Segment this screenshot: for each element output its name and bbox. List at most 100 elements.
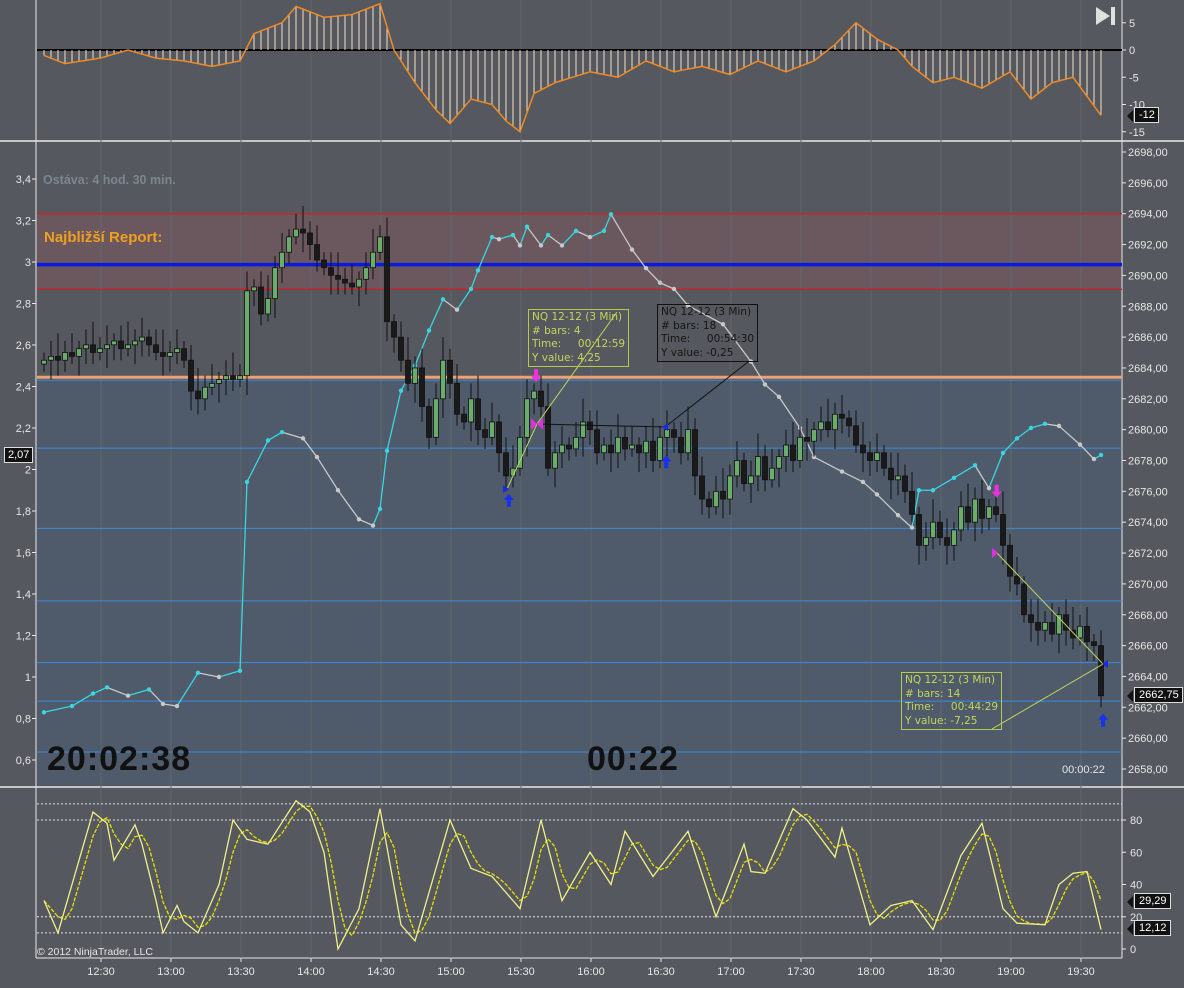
candle-body xyxy=(125,344,131,350)
candle-body xyxy=(1063,614,1069,631)
price-tick-label: 2696,00 xyxy=(1128,178,1168,190)
indicator-point xyxy=(1091,456,1097,462)
indicator-point xyxy=(300,436,306,441)
tooltip-line: Y value: -7,25 xyxy=(905,714,978,727)
price-tick-label: 2676,00 xyxy=(1128,486,1168,498)
ruler-tooltip-1: NQ 12-12 (3 Min) # bars: 4 Time: 00:12:59 Y… xyxy=(528,309,630,367)
stoch-d-badge: 29,29 xyxy=(1127,893,1171,909)
candle-body xyxy=(307,232,313,245)
left-tick-label: 3 xyxy=(25,257,31,269)
stochastics-panel xyxy=(37,799,1122,952)
clock-label: 20:02:38 xyxy=(47,740,192,778)
left-tick-label: 0,8 xyxy=(16,714,31,726)
x-tick-label: 19:30 xyxy=(1067,966,1095,978)
candle-body xyxy=(265,298,271,315)
tooltip-line: NQ 12-12 (3 Min) xyxy=(661,306,752,318)
candle-body xyxy=(629,444,635,450)
stoch-tick-label: 0 xyxy=(1130,944,1136,956)
candle-body xyxy=(62,352,68,361)
candle-body xyxy=(97,348,103,353)
candle-body xyxy=(300,228,306,234)
candle-body xyxy=(930,521,936,539)
indicator-point xyxy=(265,438,271,443)
candle-body xyxy=(1098,645,1104,697)
candle-body xyxy=(118,340,124,350)
candle-body xyxy=(468,398,474,423)
candle-body xyxy=(545,406,551,469)
price-tick-label: 2672,00 xyxy=(1128,548,1168,560)
tooltip-line: NQ 12-12 (3 Min) xyxy=(905,674,996,686)
indicator-point xyxy=(1028,425,1034,431)
price-tick-label: 2692,00 xyxy=(1128,240,1168,252)
candle-body xyxy=(272,267,278,299)
indicator-point xyxy=(538,243,544,248)
candle-body xyxy=(48,355,54,361)
indicator-point xyxy=(587,234,593,240)
candle-body xyxy=(615,436,621,454)
indicator-segment xyxy=(442,298,458,311)
indicator-point xyxy=(370,523,376,528)
candle-body xyxy=(937,521,943,539)
indicator-point xyxy=(237,668,243,673)
left-tick-label: 2,4 xyxy=(16,382,31,394)
indicator-point xyxy=(440,297,446,302)
candle-body xyxy=(111,340,117,346)
x-tick-label: 13:30 xyxy=(227,966,255,978)
stoch-tick-label: 40 xyxy=(1130,880,1142,892)
candle-body xyxy=(209,382,215,388)
candle-body xyxy=(195,390,201,400)
candle-body xyxy=(69,352,75,357)
trading-chart: 12:30 13:00 13:30 14:00 14:30 15:00 15:30 16:00… xyxy=(0,0,1184,978)
indicator-point xyxy=(916,488,922,493)
x-tick-label: 13:00 xyxy=(157,966,185,978)
price-tick-label: 2698,00 xyxy=(1128,147,1168,159)
indicator-point xyxy=(608,212,614,217)
bar-timer-label: 00:00:22 xyxy=(1062,764,1105,776)
oscillator-value-badge: -12 xyxy=(1127,107,1159,123)
candle-body xyxy=(748,475,754,485)
candle-body xyxy=(55,355,61,361)
x-tick-label: 15:30 xyxy=(507,966,535,978)
candle-body xyxy=(314,244,320,261)
candle-body xyxy=(104,344,110,350)
candle-body xyxy=(1007,544,1013,577)
price-tick-label: 2664,00 xyxy=(1128,671,1168,683)
candle-body xyxy=(181,348,187,361)
remaining-time-label: Ostáva: 4 hod. 30 min. xyxy=(43,173,176,187)
left-tick-label: 0,6 xyxy=(16,755,31,767)
indicator-point xyxy=(356,517,362,522)
last-price-badge: 2662,75 xyxy=(1127,687,1183,703)
candle-body xyxy=(902,475,908,492)
candle-body xyxy=(622,436,628,450)
osc-tick-label: -15 xyxy=(1129,127,1145,139)
candle-body xyxy=(482,429,488,438)
indicator-point xyxy=(496,236,502,242)
candle-body xyxy=(433,398,439,438)
indicator-point xyxy=(573,228,579,234)
indicator-point xyxy=(398,388,404,393)
left-tick-label: 3,2 xyxy=(16,216,31,228)
stoch-tick-label: 60 xyxy=(1130,847,1142,859)
candle-body xyxy=(797,436,803,461)
candle-body xyxy=(335,274,341,280)
report-zone xyxy=(37,213,1122,290)
candle-body xyxy=(699,475,705,500)
candle-body xyxy=(321,259,327,269)
indicator-point xyxy=(69,703,75,709)
candle-body xyxy=(790,444,796,461)
price-tick-label: 2684,00 xyxy=(1128,363,1168,375)
indicator-point xyxy=(1014,436,1020,441)
candle-body xyxy=(76,348,82,357)
candle-body xyxy=(230,375,236,380)
indicator-point xyxy=(489,234,495,240)
indicator-point xyxy=(909,525,915,530)
candle-body xyxy=(384,236,390,323)
candle-body xyxy=(132,340,138,346)
osc-tick-label: 0 xyxy=(1129,45,1135,57)
candle-body xyxy=(580,421,586,438)
indicator-point xyxy=(671,286,677,292)
go-to-end-icon[interactable] xyxy=(1096,7,1115,25)
indicator-point xyxy=(1000,450,1006,456)
indicator-point xyxy=(510,232,516,238)
candle-body xyxy=(258,286,264,315)
